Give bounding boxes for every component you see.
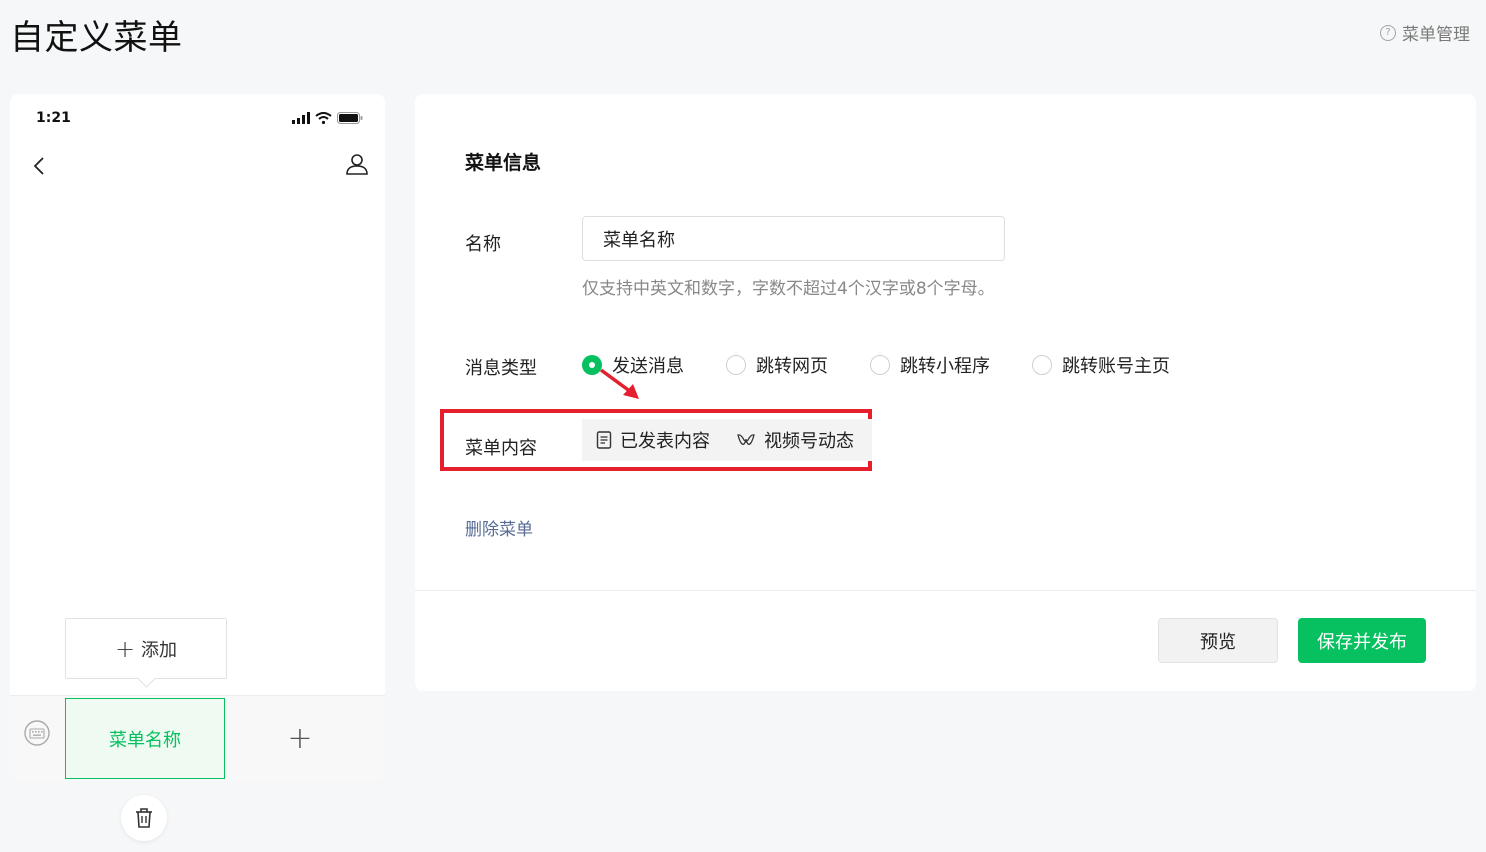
radio-unchecked-icon <box>726 355 746 375</box>
menu-bar: 菜单名称 + <box>10 695 385 780</box>
menu-content-label: 菜单内容 <box>465 438 537 459</box>
menu-management-label: 菜单管理 <box>1402 25 1470 45</box>
menu-content-tabs: 已发表内容 视频号动态 <box>582 419 872 461</box>
battery-icon <box>337 112 363 124</box>
add-submenu-label: 添加 <box>141 639 178 661</box>
back-icon[interactable] <box>28 154 52 178</box>
preview-button[interactable]: 预览 <box>1158 618 1278 663</box>
delete-menu-link[interactable]: 删除菜单 <box>465 515 533 540</box>
radio-checked-icon <box>582 355 602 375</box>
radio-unchecked-icon <box>870 355 890 375</box>
menu-management-link[interactable]: ? 菜单管理 <box>1380 20 1470 45</box>
keyboard-icon[interactable] <box>24 720 50 746</box>
page-title: 自定义菜单 <box>10 18 183 58</box>
save-publish-button[interactable]: 保存并发布 <box>1298 618 1426 663</box>
radio-send-message[interactable]: 发送消息 <box>582 352 684 378</box>
status-icons <box>292 112 363 124</box>
delete-menu-trash-button[interactable] <box>121 795 167 841</box>
profile-icon[interactable] <box>345 152 369 176</box>
message-type-label: 消息类型 <box>465 358 537 379</box>
divider <box>415 590 1476 591</box>
trash-icon <box>136 808 152 828</box>
status-time: 1:21 <box>36 110 71 126</box>
message-type-group: 发送消息 跳转网页 跳转小程序 跳转账号主页 <box>582 352 1212 378</box>
radio-label: 跳转网页 <box>756 356 828 377</box>
document-icon <box>596 431 612 449</box>
wifi-icon <box>315 112 332 124</box>
help-icon: ? <box>1380 24 1396 41</box>
radio-open-miniprogram[interactable]: 跳转小程序 <box>870 352 990 378</box>
section-title: 菜单信息 <box>465 152 542 174</box>
status-bar: 1:21 <box>10 94 385 144</box>
add-menu-button[interactable]: + <box>280 718 320 758</box>
tab-channels-moments[interactable]: 视频号动态 <box>736 427 854 453</box>
radio-label: 跳转账号主页 <box>1062 356 1170 377</box>
tab-label: 已发表内容 <box>620 431 710 452</box>
channels-icon <box>737 434 755 445</box>
name-hint: 仅支持中英文和数字，字数不超过4个汉字或8个字母。 <box>582 279 995 299</box>
menu-info-panel: 菜单信息 名称 仅支持中英文和数字，字数不超过4个汉字或8个字母。 消息类型 发… <box>415 94 1476 691</box>
radio-open-account-home[interactable]: 跳转账号主页 <box>1032 352 1170 378</box>
signal-icon <box>292 112 310 124</box>
radio-open-webpage[interactable]: 跳转网页 <box>726 352 828 378</box>
phone-preview: 1:21 + 添加 菜单名称 + <box>10 94 385 780</box>
add-submenu-button[interactable]: + 添加 <box>65 618 227 679</box>
radio-label: 跳转小程序 <box>900 356 990 377</box>
menu-name-input[interactable] <box>582 216 1005 261</box>
tab-published-content[interactable]: 已发表内容 <box>596 427 710 453</box>
name-label: 名称 <box>465 234 501 255</box>
radio-label: 发送消息 <box>612 356 684 377</box>
plus-icon: + <box>114 634 136 663</box>
menu-item-active[interactable]: 菜单名称 <box>65 698 225 779</box>
radio-unchecked-icon <box>1032 355 1052 375</box>
tab-label: 视频号动态 <box>764 431 854 452</box>
